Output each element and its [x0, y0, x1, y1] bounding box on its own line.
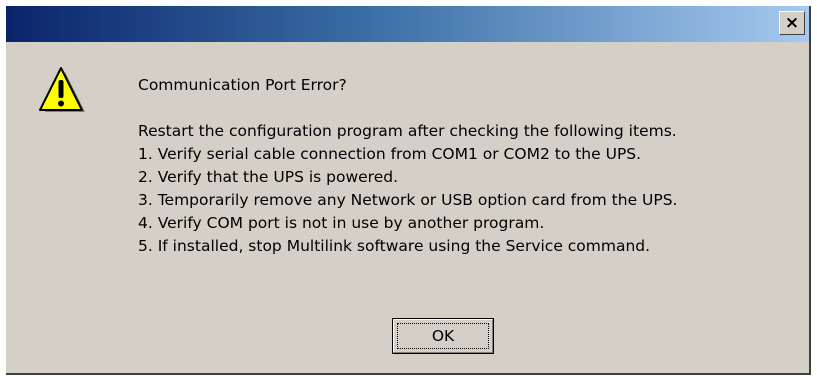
title-bar[interactable]: ×	[6, 6, 809, 42]
message-line: 3. Temporarily remove any Network or USB…	[138, 191, 678, 209]
message-line: 2. Verify that the UPS is powered.	[138, 168, 399, 186]
message-line: 5. If installed, stop Multilink software…	[138, 237, 651, 255]
close-button[interactable]: ×	[779, 11, 805, 35]
ok-button[interactable]: OK	[392, 318, 494, 354]
message-heading: Communication Port Error?	[138, 76, 347, 94]
ok-button-label[interactable]: OK	[397, 323, 489, 349]
message-line: 1. Verify serial cable connection from C…	[138, 145, 642, 163]
error-dialog: × Communication Port Error? Restart the …	[6, 6, 811, 375]
message-text: Communication Port Error? Restart the co…	[138, 74, 678, 258]
close-icon[interactable]: ×	[785, 14, 799, 32]
message-line: Restart the configuration program after …	[138, 122, 677, 140]
message-line: 4. Verify COM port is not in use by anot…	[138, 214, 545, 232]
warning-icon	[39, 67, 85, 112]
